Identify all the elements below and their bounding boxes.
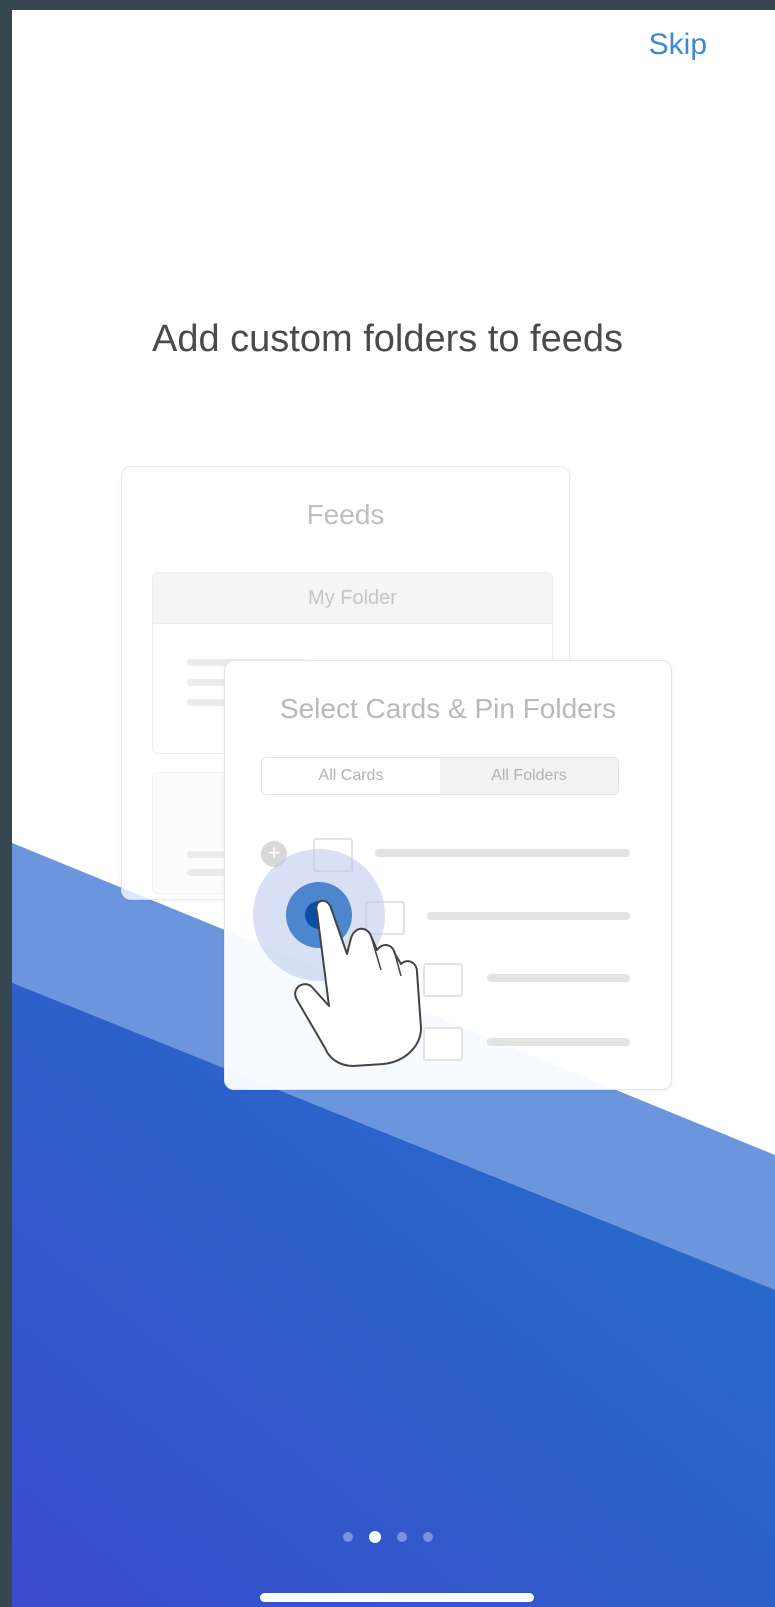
row-placeholder-line (487, 974, 630, 982)
cards-folders-segmented-control: All Cards All Folders (261, 757, 619, 795)
my-folder-label: My Folder (153, 573, 552, 624)
row-placeholder-line (487, 1038, 630, 1046)
tab-all-folders: All Folders (440, 758, 618, 794)
page-dot-4[interactable] (422, 1532, 433, 1542)
feeds-card-title: Feeds (306, 499, 385, 530)
onboarding-screen: Skip Add custom folders to feeds Feeds M… (0, 0, 775, 1607)
page-dot-1[interactable] (342, 1532, 353, 1542)
window-frame-left (0, 0, 12, 1607)
select-cards-title: Select Cards & Pin Folders (279, 693, 617, 724)
home-indicator[interactable] (260, 1593, 534, 1602)
skip-button[interactable]: Skip (649, 28, 707, 62)
window-frame-top (0, 0, 775, 10)
onboarding-title: Add custom folders to feeds (151, 318, 624, 360)
hand-pointer-icon (253, 849, 422, 1067)
page-dot-2-active[interactable] (368, 1531, 381, 1543)
page-indicator[interactable] (0, 1531, 775, 1543)
tab-all-cards: All Cards (262, 758, 440, 794)
page-dot-3[interactable] (396, 1532, 407, 1542)
row-placeholder-line (427, 912, 630, 920)
